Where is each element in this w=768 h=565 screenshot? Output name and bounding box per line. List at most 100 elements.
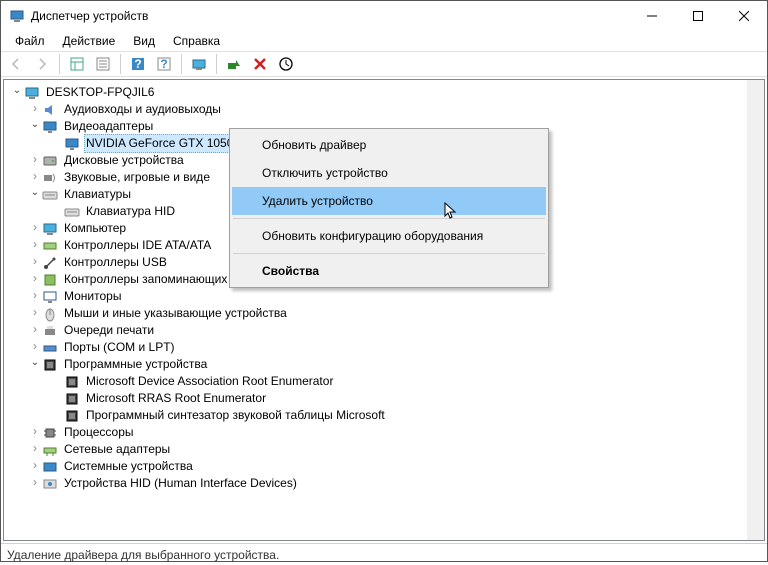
ctx-properties[interactable]: Свойства bbox=[232, 257, 546, 285]
menu-file[interactable]: Файл bbox=[7, 32, 53, 50]
tree-item-label: Порты (COM и LPT) bbox=[62, 339, 177, 356]
menu-help[interactable]: Справка bbox=[165, 32, 228, 50]
tree-item-label: Компьютер bbox=[62, 220, 128, 237]
expand-icon[interactable] bbox=[28, 441, 42, 458]
ctx-scan-hardware[interactable]: Обновить конфигурацию оборудования bbox=[232, 222, 546, 250]
tree-item-label: Программный синтезатор звуковой таблицы … bbox=[84, 407, 387, 424]
forward-button[interactable] bbox=[31, 53, 53, 75]
expand-icon[interactable] bbox=[28, 186, 42, 203]
tree-item[interactable]: Мыши и иные указывающие устройства bbox=[8, 305, 764, 322]
tree-item[interactable]: Очереди печати bbox=[8, 322, 764, 339]
ctx-properties-label: Свойства bbox=[262, 264, 319, 278]
expand-icon[interactable] bbox=[28, 271, 42, 288]
ctx-update-driver[interactable]: Обновить драйвер bbox=[232, 131, 546, 159]
sound-icon bbox=[42, 170, 58, 186]
ctx-sep bbox=[233, 253, 545, 254]
tree-item[interactable]: Аудиовходы и аудиовыходы bbox=[8, 101, 764, 118]
expand-icon[interactable] bbox=[28, 322, 42, 339]
expand-icon[interactable] bbox=[28, 237, 42, 254]
tree-item-label: Системные устройства bbox=[62, 458, 195, 475]
tree-item-label: Дисковые устройства bbox=[62, 152, 186, 169]
enable-device-button[interactable] bbox=[223, 53, 245, 75]
ide-icon bbox=[42, 238, 58, 254]
device-tree-area: DESKTOP-FPQJIL6Аудиовходы и аудиовыходыВ… bbox=[3, 79, 765, 541]
tree-item[interactable]: Microsoft Device Association Root Enumer… bbox=[8, 373, 764, 390]
expand-icon[interactable] bbox=[28, 424, 42, 441]
expand-icon[interactable] bbox=[28, 118, 42, 135]
tree-item-label: Процессоры bbox=[62, 424, 136, 441]
properties-button[interactable] bbox=[92, 53, 114, 75]
scrollbar-vertical[interactable] bbox=[747, 80, 764, 540]
tree-item[interactable]: Программные устройства bbox=[8, 356, 764, 373]
tree-item-label: Контроллеры USB bbox=[62, 254, 169, 271]
tree-item-label: Мониторы bbox=[62, 288, 123, 305]
tree-item-label: NVIDIA GeForce GTX 1050 Ti bbox=[84, 134, 248, 153]
maximize-button[interactable] bbox=[675, 1, 721, 31]
keyboard-icon bbox=[64, 204, 80, 220]
port-icon bbox=[42, 340, 58, 356]
display-icon bbox=[64, 136, 80, 152]
network-icon bbox=[42, 442, 58, 458]
status-text: Удаление драйвера для выбранного устройс… bbox=[7, 548, 279, 562]
tree-item[interactable]: Сетевые адаптеры bbox=[8, 441, 764, 458]
cpu-icon bbox=[42, 425, 58, 441]
tree-item[interactable]: Программный синтезатор звуковой таблицы … bbox=[8, 407, 764, 424]
software-icon bbox=[64, 391, 80, 407]
display-icon bbox=[42, 119, 58, 135]
expand-icon[interactable] bbox=[28, 220, 42, 237]
tree-item-label: Аудиовходы и аудиовыходы bbox=[62, 101, 223, 118]
ctx-disable-device[interactable]: Отключить устройство bbox=[232, 159, 546, 187]
scan-hardware-button[interactable] bbox=[188, 53, 210, 75]
minimize-button[interactable] bbox=[629, 1, 675, 31]
audio-icon bbox=[42, 102, 58, 118]
tree-item[interactable]: Microsoft RRAS Root Enumerator bbox=[8, 390, 764, 407]
expand-icon[interactable] bbox=[28, 288, 42, 305]
uninstall-device-button[interactable] bbox=[249, 53, 271, 75]
mouse-icon bbox=[42, 306, 58, 322]
software-icon bbox=[64, 408, 80, 424]
tree-item[interactable]: Системные устройства bbox=[8, 458, 764, 475]
tree-item-label: Контроллеры IDE ATA/ATA bbox=[62, 237, 213, 254]
menu-view[interactable]: Вид bbox=[125, 32, 163, 50]
help-button[interactable]: ? bbox=[127, 53, 149, 75]
tree-item-label: Microsoft RRAS Root Enumerator bbox=[84, 390, 268, 407]
printer-icon bbox=[42, 323, 58, 339]
expand-icon[interactable] bbox=[28, 475, 42, 492]
tree-item-label: Устройства HID (Human Interface Devices) bbox=[62, 475, 299, 492]
tree-item-label: Программные устройства bbox=[62, 356, 209, 373]
menubar: Файл Действие Вид Справка bbox=[1, 31, 767, 51]
help-topic-button[interactable]: ? bbox=[153, 53, 175, 75]
ctx-uninstall-device[interactable]: Удалить устройство bbox=[232, 187, 546, 215]
software-icon bbox=[42, 357, 58, 373]
expand-icon[interactable] bbox=[28, 152, 42, 169]
tree-item[interactable]: Порты (COM и LPT) bbox=[8, 339, 764, 356]
system-icon bbox=[42, 459, 58, 475]
toolbar-sep bbox=[59, 54, 60, 74]
monitor-icon bbox=[42, 289, 58, 305]
tree-item[interactable]: Устройства HID (Human Interface Devices) bbox=[8, 475, 764, 492]
software-icon bbox=[64, 374, 80, 390]
update-driver-button[interactable] bbox=[275, 53, 297, 75]
close-button[interactable] bbox=[721, 1, 767, 31]
tree-item-label: DESKTOP-FPQJIL6 bbox=[44, 84, 156, 101]
disk-icon bbox=[42, 153, 58, 169]
keyboard-icon bbox=[42, 187, 58, 203]
menu-action[interactable]: Действие bbox=[55, 32, 124, 50]
tree-item[interactable]: Процессоры bbox=[8, 424, 764, 441]
expand-icon[interactable] bbox=[10, 84, 24, 101]
tree-item[interactable]: Мониторы bbox=[8, 288, 764, 305]
expand-icon[interactable] bbox=[28, 458, 42, 475]
storage-icon bbox=[42, 272, 58, 288]
expand-icon[interactable] bbox=[28, 305, 42, 322]
svg-text:?: ? bbox=[134, 57, 141, 71]
expand-icon[interactable] bbox=[28, 254, 42, 271]
window-title: Диспетчер устройств bbox=[31, 9, 629, 23]
tree-item-label: Мыши и иные указывающие устройства bbox=[62, 305, 289, 322]
tree-root[interactable]: DESKTOP-FPQJIL6 bbox=[8, 84, 764, 101]
show-hide-tree-button[interactable] bbox=[66, 53, 88, 75]
computer-icon bbox=[24, 85, 40, 101]
back-button[interactable] bbox=[5, 53, 27, 75]
hid-icon bbox=[42, 476, 58, 492]
expand-icon[interactable] bbox=[28, 356, 42, 373]
tree-item-label: Сетевые адаптеры bbox=[62, 441, 172, 458]
